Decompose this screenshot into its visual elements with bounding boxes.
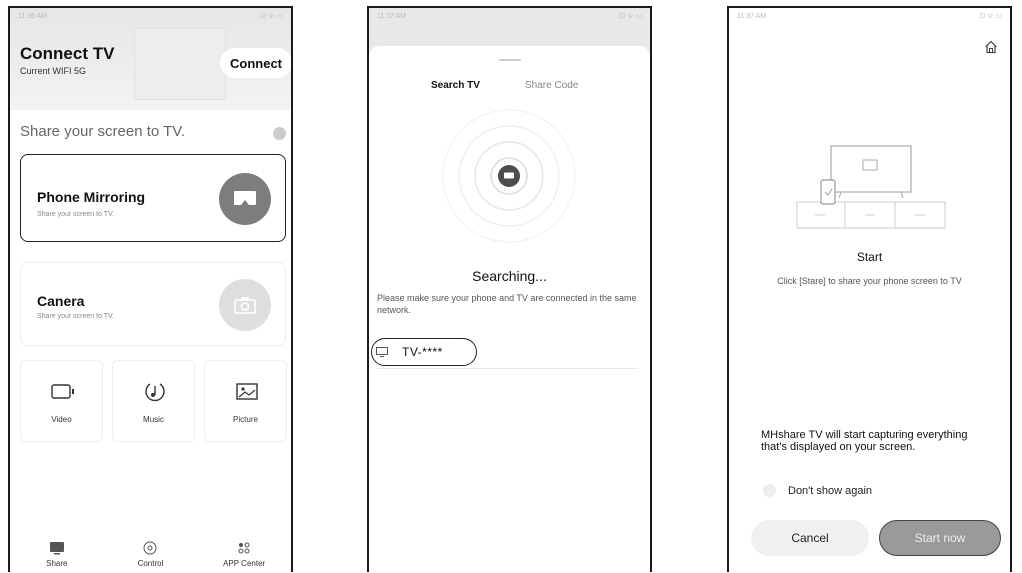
tab-search-tv[interactable]: Search TV xyxy=(431,80,480,91)
nav-share[interactable]: Share xyxy=(22,541,92,568)
device-list-divider xyxy=(377,368,638,369)
tile-label: Picture xyxy=(233,415,258,424)
home-icon[interactable] xyxy=(984,40,998,54)
video-tile[interactable]: Video xyxy=(20,360,103,442)
picture-icon xyxy=(236,383,258,400)
search-tv-screen: 11:37 AM ⊡ ᯤ ▭ Search TV Share Code Sear… xyxy=(367,6,652,572)
status-time: 11:37 AM xyxy=(737,12,767,20)
sheet-handle[interactable] xyxy=(499,59,521,61)
status-time: 11:37 AM xyxy=(377,12,407,20)
card-title: Canera xyxy=(37,293,85,309)
nav-label: Control xyxy=(137,559,164,568)
radar-animation xyxy=(442,109,576,243)
search-sheet: Search TV Share Code Searching... Please… xyxy=(369,46,650,572)
mirroring-icon xyxy=(219,173,271,225)
apps-icon xyxy=(238,542,250,554)
wifi-label: Current WIFI 5G xyxy=(20,66,87,76)
picture-tile[interactable]: Picture xyxy=(204,360,287,442)
tv-icon xyxy=(376,347,388,357)
header-illustration xyxy=(134,28,226,100)
tv-phone-illustration xyxy=(796,145,946,229)
device-item[interactable]: TV-**** xyxy=(371,338,477,366)
phone-mirroring-card[interactable]: Phone Mirroring Share your screen to TV. xyxy=(20,154,286,242)
card-title: Phone Mirroring xyxy=(37,189,146,205)
search-hint: Please make sure your phone and TV are c… xyxy=(377,293,637,315)
start-now-button[interactable]: Start now xyxy=(879,520,1001,556)
dont-show-again-option[interactable]: Don't show again xyxy=(763,484,872,497)
connect-button[interactable]: Connect xyxy=(220,48,291,78)
camera-icon xyxy=(219,279,271,331)
status-icons: ⊡ ᯤ ▭ xyxy=(619,12,642,20)
tab-share-code[interactable]: Share Code xyxy=(525,80,578,91)
music-icon xyxy=(145,383,165,402)
nav-label: Share xyxy=(46,559,68,568)
page-title: Connect TV xyxy=(20,44,115,63)
status-icons: ⊡ ᯤ ▭ xyxy=(979,12,1002,20)
start-title: Start xyxy=(856,250,883,264)
searching-title: Searching... xyxy=(472,268,547,284)
camera-card[interactable]: Canera Share your screen to TV. xyxy=(20,262,286,346)
card-subtitle: Share your screen to TV. xyxy=(37,211,115,218)
tile-label: Video xyxy=(51,415,72,424)
nav-label: APP Center xyxy=(223,559,266,568)
status-bar: 11:36 AM ⊡ ᯤ ▭ xyxy=(10,8,291,24)
nav-control[interactable]: Control xyxy=(115,541,185,568)
card-subtitle: Share your screen to TV. xyxy=(37,313,115,320)
cancel-button[interactable]: Cancel xyxy=(751,520,869,556)
tile-label: Music xyxy=(143,415,164,424)
start-description: Click [Stare] to share your phone screen… xyxy=(777,276,962,286)
dont-show-label: Don't show again xyxy=(788,484,873,497)
share-heading: Share your screen to TV. xyxy=(20,123,186,140)
capture-warning: MHshare TV will start capturing everythi… xyxy=(761,429,968,453)
video-icon xyxy=(51,384,74,399)
music-tile[interactable]: Music xyxy=(112,360,195,442)
tv-icon xyxy=(49,542,64,555)
connect-tv-screen: 11:36 AM ⊡ ᯤ ▭ Connect TV Current WIFI 5… xyxy=(8,6,293,572)
info-icon[interactable] xyxy=(273,127,286,140)
status-time: 11:36 AM xyxy=(18,12,48,20)
bottom-nav: Share Control APP Center xyxy=(10,523,291,572)
remote-icon xyxy=(143,541,157,555)
nav-app-center[interactable]: APP Center xyxy=(209,541,279,568)
device-name: TV-**** xyxy=(402,345,443,359)
status-icons: ⊡ ᯤ ▭ xyxy=(260,12,283,20)
dont-show-radio[interactable] xyxy=(763,484,776,497)
start-screen: 11:37 AM ⊡ ᯤ ▭ Start Click [Stare] to sh… xyxy=(727,6,1012,572)
status-bar: 11:37 AM ⊡ ᯤ ▭ xyxy=(729,8,1010,24)
status-bar: 11:37 AM ⊡ ᯤ ▭ xyxy=(369,8,650,24)
